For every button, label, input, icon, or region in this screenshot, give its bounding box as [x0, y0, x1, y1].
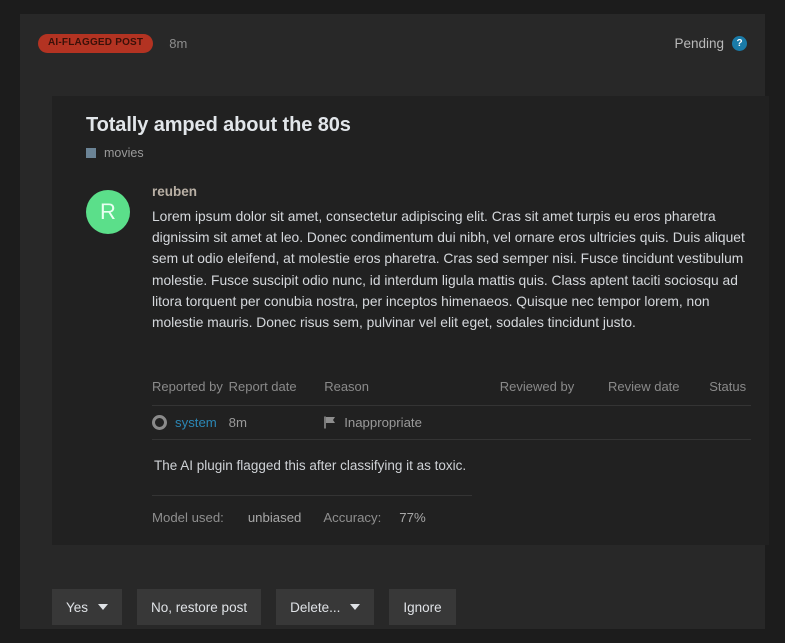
page-title: Totally amped about the 80s	[86, 114, 351, 136]
restore-post-label: No, restore post	[151, 599, 248, 615]
cell-report-date: 8m	[228, 405, 303, 441]
ignore-button-label: Ignore	[403, 599, 442, 615]
model-used-label: Model used:	[152, 510, 224, 526]
page-root: AI-FLAGGED POST 8m Pending ? Totally amp…	[0, 0, 785, 643]
yes-button-label: Yes	[66, 599, 89, 615]
ignore-button[interactable]: Ignore	[389, 589, 456, 625]
cell-reason: Inappropriate	[302, 405, 432, 441]
post-main: reuben Lorem ipsum dolor sit amet, conse…	[152, 184, 751, 525]
cell-reported-by: system	[152, 405, 229, 441]
delete-button-label: Delete...	[290, 599, 341, 615]
model-info: Model used: unbiased Accuracy: 77%	[152, 495, 472, 525]
delete-button[interactable]: Delete...	[276, 589, 375, 625]
cell-reviewed-by	[431, 405, 586, 441]
post-body-row: R reuben Lorem ipsum dolor sit amet, con…	[86, 184, 751, 525]
restore-post-button[interactable]: No, restore post	[137, 589, 262, 625]
th-status: Status	[709, 379, 747, 395]
post-text: Lorem ipsum dolor sit amet, consectetur …	[152, 209, 745, 331]
avatar[interactable]: R	[86, 190, 130, 234]
th-reported-by: Reported by	[152, 379, 223, 395]
chevron-down-icon	[98, 604, 109, 610]
category-square-icon	[86, 148, 96, 158]
status-badge: AI-FLAGGED POST	[38, 33, 154, 53]
action-bar: Yes No, restore post Delete... Ignore	[52, 589, 471, 625]
model-used-value: unbiased	[247, 510, 302, 526]
cell-review-date	[585, 405, 688, 441]
chevron-down-icon	[350, 604, 361, 610]
accuracy-label: Accuracy:	[323, 510, 382, 526]
report-block: Reported by Report date Reason Reviewed …	[152, 379, 751, 525]
accuracy-value: 77%	[399, 510, 426, 526]
table-row: system 8m Inappropriate	[152, 405, 751, 441]
flag-icon	[324, 416, 336, 429]
cell-status	[687, 405, 751, 441]
th-review-date: Review date	[607, 379, 680, 395]
moderation-header: AI-FLAGGED POST 8m Pending ?	[36, 32, 749, 54]
report-table: Reported by Report date Reason Reviewed …	[152, 379, 751, 441]
author-name[interactable]: reuben	[152, 184, 751, 199]
reporter-link[interactable]: system	[175, 415, 217, 430]
yes-button[interactable]: Yes	[52, 589, 123, 625]
system-avatar-icon	[152, 415, 167, 431]
th-report-date: Report date	[228, 379, 297, 395]
moderation-card: AI-FLAGGED POST 8m Pending ? Totally amp…	[20, 14, 769, 629]
category-tag[interactable]: movies	[86, 146, 751, 160]
category-label: movies	[104, 146, 144, 160]
help-icon[interactable]: ?	[732, 35, 747, 51]
post-age: 8m	[169, 35, 188, 51]
table-header-row: Reported by Report date Reason Reviewed …	[152, 379, 751, 406]
post-card: Totally amped about the 80s movies R reu…	[52, 96, 769, 546]
flag-note: The AI plugin flagged this after classif…	[154, 458, 467, 474]
th-reviewed-by: Reviewed by	[499, 379, 575, 395]
reason-label: Inappropriate	[344, 415, 422, 431]
th-reason: Reason	[324, 379, 370, 395]
review-status-label: Pending	[674, 35, 724, 51]
